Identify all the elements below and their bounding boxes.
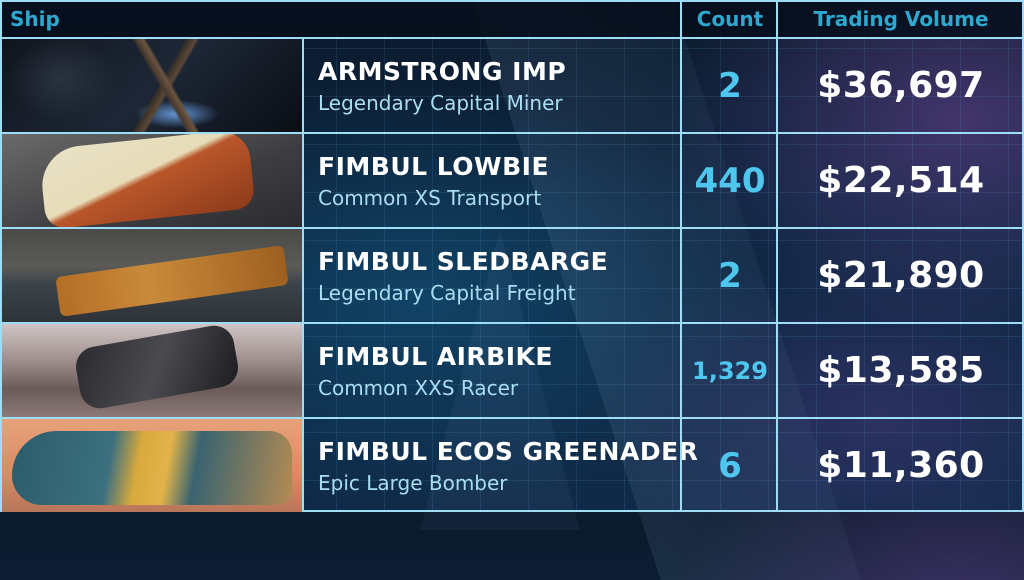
table-header: Ship Count Trading Volume bbox=[2, 2, 1022, 39]
trading-volume-value: $13,585 bbox=[776, 324, 1024, 417]
ship-cell: FIMBUL AIRBIKE Common XXS Racer bbox=[304, 324, 680, 417]
ship-name: FIMBUL LOWBIE bbox=[318, 152, 550, 181]
ship-cell: FIMBUL SLEDBARGE Legendary Capital Freig… bbox=[304, 229, 680, 322]
ship-name: FIMBUL AIRBIKE bbox=[318, 342, 553, 371]
count-value: 1,329 bbox=[680, 324, 778, 417]
ship-cell: FIMBUL ECOS GREENADER Epic Large Bomber bbox=[304, 419, 698, 512]
count-value: 6 bbox=[680, 419, 778, 512]
table-row: FIMBUL LOWBIE Common XS Transport 440 $2… bbox=[2, 134, 1022, 229]
trading-volume-value: $11,360 bbox=[776, 419, 1024, 512]
table-row: FIMBUL AIRBIKE Common XXS Racer 1,329 $1… bbox=[2, 324, 1022, 419]
fimbul-ecos-greenader-image bbox=[2, 419, 304, 512]
ship-class: Epic Large Bomber bbox=[318, 471, 508, 495]
armstrong-imp-image bbox=[2, 39, 304, 132]
ship-name: ARMSTRONG IMP bbox=[318, 57, 567, 86]
table-row: ARMSTRONG IMP Legendary Capital Miner 2 … bbox=[2, 39, 1022, 134]
header-ship: Ship bbox=[10, 7, 60, 31]
fimbul-lowbie-image bbox=[2, 134, 304, 227]
ship-class: Common XS Transport bbox=[318, 186, 542, 210]
table-row: FIMBUL SLEDBARGE Legendary Capital Freig… bbox=[2, 229, 1022, 324]
ship-class: Legendary Capital Miner bbox=[318, 91, 563, 115]
count-value: 2 bbox=[680, 39, 778, 132]
fimbul-airbike-image bbox=[2, 324, 304, 417]
header-count: Count bbox=[680, 2, 778, 37]
ship-cell: ARMSTRONG IMP Legendary Capital Miner bbox=[304, 39, 680, 132]
ship-name: FIMBUL SLEDBARGE bbox=[318, 247, 609, 276]
trading-volume-value: $22,514 bbox=[776, 134, 1024, 227]
ship-cell: FIMBUL LOWBIE Common XS Transport bbox=[304, 134, 680, 227]
fimbul-sledbarge-image bbox=[2, 229, 304, 322]
trading-volume-value: $36,697 bbox=[776, 39, 1024, 132]
trading-volume-value: $21,890 bbox=[776, 229, 1024, 322]
header-trading-volume: Trading Volume bbox=[776, 2, 1024, 37]
count-value: 2 bbox=[680, 229, 778, 322]
ship-name: FIMBUL ECOS GREENADER bbox=[318, 437, 699, 466]
ship-class: Legendary Capital Freight bbox=[318, 281, 576, 305]
ship-class: Common XXS Racer bbox=[318, 376, 519, 400]
ship-trading-table: Ship Count Trading Volume ARMSTRONG IMP … bbox=[0, 0, 1024, 512]
count-value: 440 bbox=[680, 134, 778, 227]
table-row: FIMBUL ECOS GREENADER Epic Large Bomber … bbox=[2, 419, 1022, 512]
